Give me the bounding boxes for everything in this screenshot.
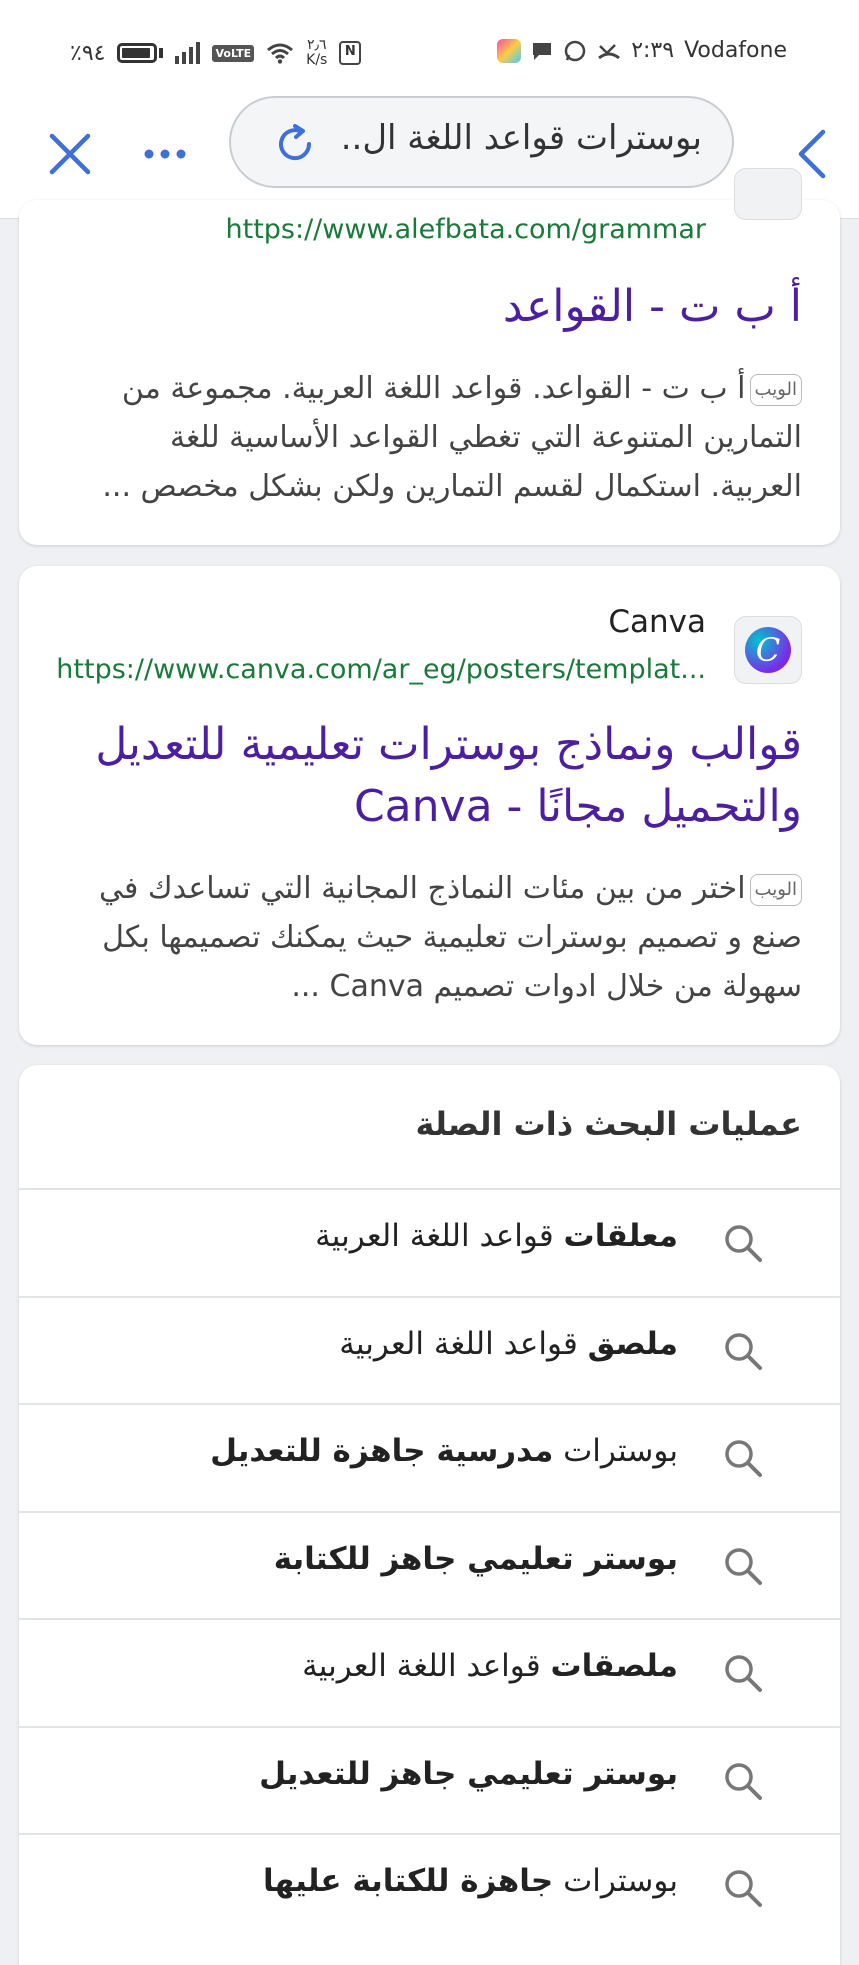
search-result-card[interactable]: https://www.alefbata.com/grammar أ ب ت -… [19,168,840,545]
related-search-item[interactable]: بوستر تعليمي جاهز للكتابة [19,1510,840,1620]
search-icon [725,1870,762,1907]
carrier-name: Vodafone [684,38,787,63]
result-url[interactable]: https://www.alefbata.com/grammar [226,214,707,245]
battery-percent: ٪٩٤ [70,40,106,66]
speed-unit: K/s [306,52,328,68]
signal-icon [175,42,201,64]
related-bold-part: معلقات [563,1218,678,1254]
close-button[interactable] [40,124,100,184]
related-search-item[interactable]: ملصق قواعد اللغة العربية [19,1295,840,1405]
reload-icon[interactable] [271,120,319,168]
related-search-item[interactable]: بوسترات مدرسية جاهزة للتعديل [19,1403,840,1512]
related-bold-part: بوستر تعليمي جاهز للكتابة [273,1540,678,1577]
search-icon [725,1547,762,1585]
result-title[interactable]: أ ب ت - القواعد [503,276,802,338]
related-plain-part: قواعد اللغة العربية [339,1325,588,1362]
volte-badge: VoLTE [212,44,255,62]
site-favicon: C [734,616,802,684]
related-search-text: ملصقات قواعد اللغة العربية [302,1648,678,1684]
related-bold-part: بوستر تعليمي جاهز للتعديل [259,1755,678,1792]
related-bold-part: مدرسية جاهزة للتعديل [210,1433,554,1469]
search-pill[interactable]: بوسترات قواعد اللغة ال.. [229,96,734,188]
related-search-text: ملصق قواعد اللغة العربية [339,1326,678,1362]
related-plain-part: قواعد اللغة العربية [315,1218,564,1254]
related-search-item[interactable]: بوستر تعليمي جاهز للتعديل [19,1725,840,1835]
related-search-item[interactable]: بوسترات جاهزة للكتابة عليها [19,1833,840,1942]
search-query-text: بوسترات قواعد اللغة ال.. [340,118,702,158]
more-icon [144,149,186,159]
related-search-text: بوسترات مدرسية جاهزة للتعديل [210,1433,678,1469]
result-snippet: الويبأ ب ت - القواعد. قواعد اللغة العربي… [89,364,802,511]
speed-value: ٢٫٦ [306,37,327,53]
site-name: Canva [608,604,706,640]
related-bold-part: ملصقات [550,1648,679,1684]
result-url[interactable]: https://www.canva.com/ar_eg/posters/temp… [56,654,706,685]
result-snippet: الويباختر من بين مئات النماذج المجانية ا… [79,864,802,1011]
clock: ٢:٣٩ [631,38,675,63]
search-icon [725,1655,762,1692]
close-icon [49,133,91,175]
more-options-button[interactable] [130,124,200,184]
status-right: ٢:٣٩ Vodafone [497,38,787,63]
missed-call-icon [598,43,621,59]
related-searches-card: عمليات البحث ذات الصلة معلقات قواعد اللغ… [19,1065,840,1965]
site-favicon [734,168,802,220]
related-search-text: بوستر تعليمي جاهز للكتابة [274,1541,678,1577]
related-search-item[interactable]: معلقات قواعد اللغة العربية [19,1188,840,1297]
related-plain-part: بوسترات [553,1433,678,1469]
related-search-text: بوستر تعليمي جاهز للتعديل [259,1756,678,1792]
related-bold-part: جاهزة للكتابة عليها [262,1863,554,1899]
related-bold-part: ملصق [587,1325,678,1362]
search-result-card[interactable]: C Canva https://www.canva.com/ar_eg/post… [19,566,840,1045]
web-badge: الويب [749,873,802,906]
web-badge: الويب [749,373,802,406]
nfc-icon: N [339,41,362,65]
status-left: ٪٩٤ VoLTE ٢٫٦ K/s N [70,38,362,68]
related-plain-part: قواعد اللغة العربية [302,1648,551,1684]
related-search-item[interactable]: ملصقات قواعد اللغة العربية [19,1618,840,1727]
related-search-text: معلقات قواعد اللغة العربية [315,1218,678,1254]
battery-tip [159,48,164,58]
search-icon [725,1762,762,1800]
status-bar: ٪٩٤ VoLTE ٢٫٦ K/s N ٢:٣٩ Vodafone [0,0,859,96]
related-search-text: بوسترات جاهزة للكتابة عليها [263,1863,678,1899]
canva-logo-icon: C [745,627,791,673]
search-icon [725,1332,762,1370]
related-plain-part: بوسترات [553,1863,678,1899]
battery-icon [117,43,158,63]
message-icon [533,42,552,60]
snippet-text: اختر من بين مئات النماذج المجانية التي ت… [99,871,802,1004]
network-speed: ٢٫٦ K/s [306,38,327,68]
related-searches-heading: عمليات البحث ذات الصلة [415,1105,802,1143]
result-title[interactable]: قوالب ونماذج بوسترات تعليمية للتعديل وال… [79,714,802,838]
app-notification-icon [497,38,522,63]
snippet-text: أ ب ت - القواعد. قواعد اللغة العربية. مج… [102,371,802,504]
wifi-icon [267,43,294,64]
search-icon [725,1440,762,1477]
search-icon [725,1225,762,1262]
whatsapp-icon [564,40,586,61]
